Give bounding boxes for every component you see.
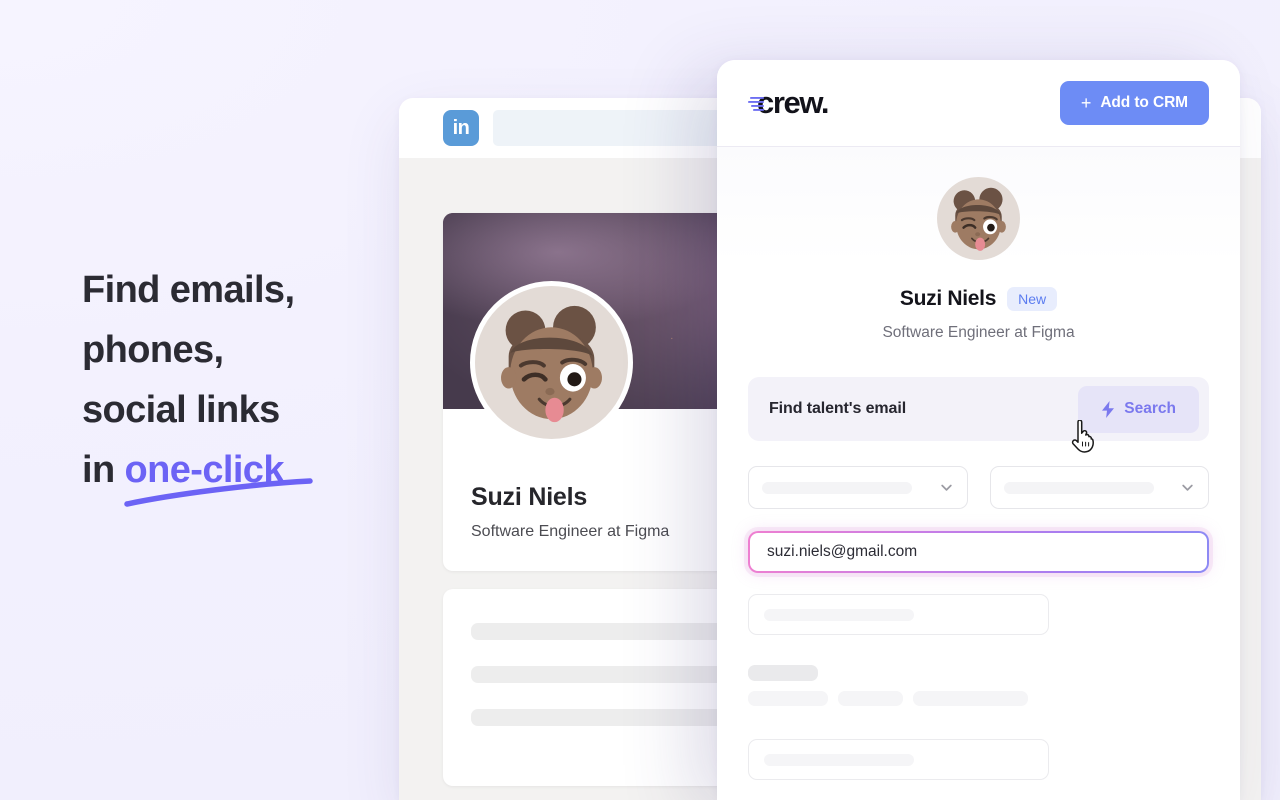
chevron-down-icon: [1182, 484, 1193, 491]
crew-logo[interactable]: crew.: [748, 85, 830, 121]
crew-extension-panel: crew. + Add to CRM Suzi Niels New Softwa…: [717, 60, 1240, 800]
plus-icon: +: [1080, 92, 1092, 113]
hero-line-3: social links: [82, 389, 280, 431]
page-root: Find emails, phones, social links in one…: [0, 0, 1280, 800]
ghost-input-top-value: [764, 608, 914, 621]
crew-panel-header: crew. + Add to CRM: [717, 60, 1240, 146]
hero-line-4: in one-click: [82, 440, 412, 500]
add-to-crm-label: Add to CRM: [1100, 94, 1188, 111]
find-email-row: Find talent's email Search: [748, 377, 1209, 441]
find-email-label: Find talent's email: [769, 400, 907, 417]
crew-speed-lines-icon: [748, 97, 764, 111]
crew-panel-body: Suzi Niels New Software Engineer at Figm…: [717, 147, 1240, 800]
crew-profile-role: Software Engineer at Figma: [882, 324, 1075, 341]
hero-line-1: Find emails,: [82, 269, 295, 311]
linkedin-icon: in: [443, 110, 479, 146]
hero-line-4-prefix: in: [82, 449, 125, 491]
skeleton-chip-title: [748, 665, 818, 681]
skeleton-chip: [838, 691, 903, 706]
hero-headline: Find emails, phones, social links in one…: [82, 260, 412, 500]
filter-selects: [748, 466, 1209, 509]
select-right[interactable]: [989, 466, 1209, 509]
hero-accent-one-click: one-click: [124, 449, 285, 491]
add-to-crm-button[interactable]: + Add to CRM: [1059, 81, 1209, 125]
select-left[interactable]: [748, 466, 968, 509]
select-right-value: [1003, 481, 1154, 494]
search-button[interactable]: Search: [1078, 385, 1199, 433]
chevron-down-icon: [940, 484, 952, 491]
avatar: [937, 177, 1020, 260]
ghost-input-bottom-value: [764, 753, 914, 766]
crew-profile-name: Suzi Niels: [899, 287, 997, 310]
crew-logo-text: crew.: [757, 85, 830, 120]
select-left-value: [762, 481, 912, 494]
crew-profile: Suzi Niels New Software Engineer at Figm…: [748, 177, 1209, 342]
skeleton-chip: [748, 691, 828, 706]
avatar: [470, 281, 633, 444]
skeleton-chip-group: [748, 665, 1209, 706]
ghost-input-top[interactable]: [748, 594, 1049, 635]
email-result-field[interactable]: suzi.niels@gmail.com: [748, 531, 1209, 573]
email-value: suzi.niels@gmail.com: [767, 543, 918, 560]
lightning-bolt-icon: [1102, 400, 1115, 418]
search-button-label: Search: [1124, 400, 1176, 417]
status-badge: New: [1007, 287, 1058, 311]
hero-line-2: phones,: [82, 329, 224, 371]
skeleton-chip: [913, 691, 1028, 706]
linkedin-icon-label: in: [452, 117, 470, 139]
ghost-input-bottom[interactable]: [748, 739, 1049, 780]
